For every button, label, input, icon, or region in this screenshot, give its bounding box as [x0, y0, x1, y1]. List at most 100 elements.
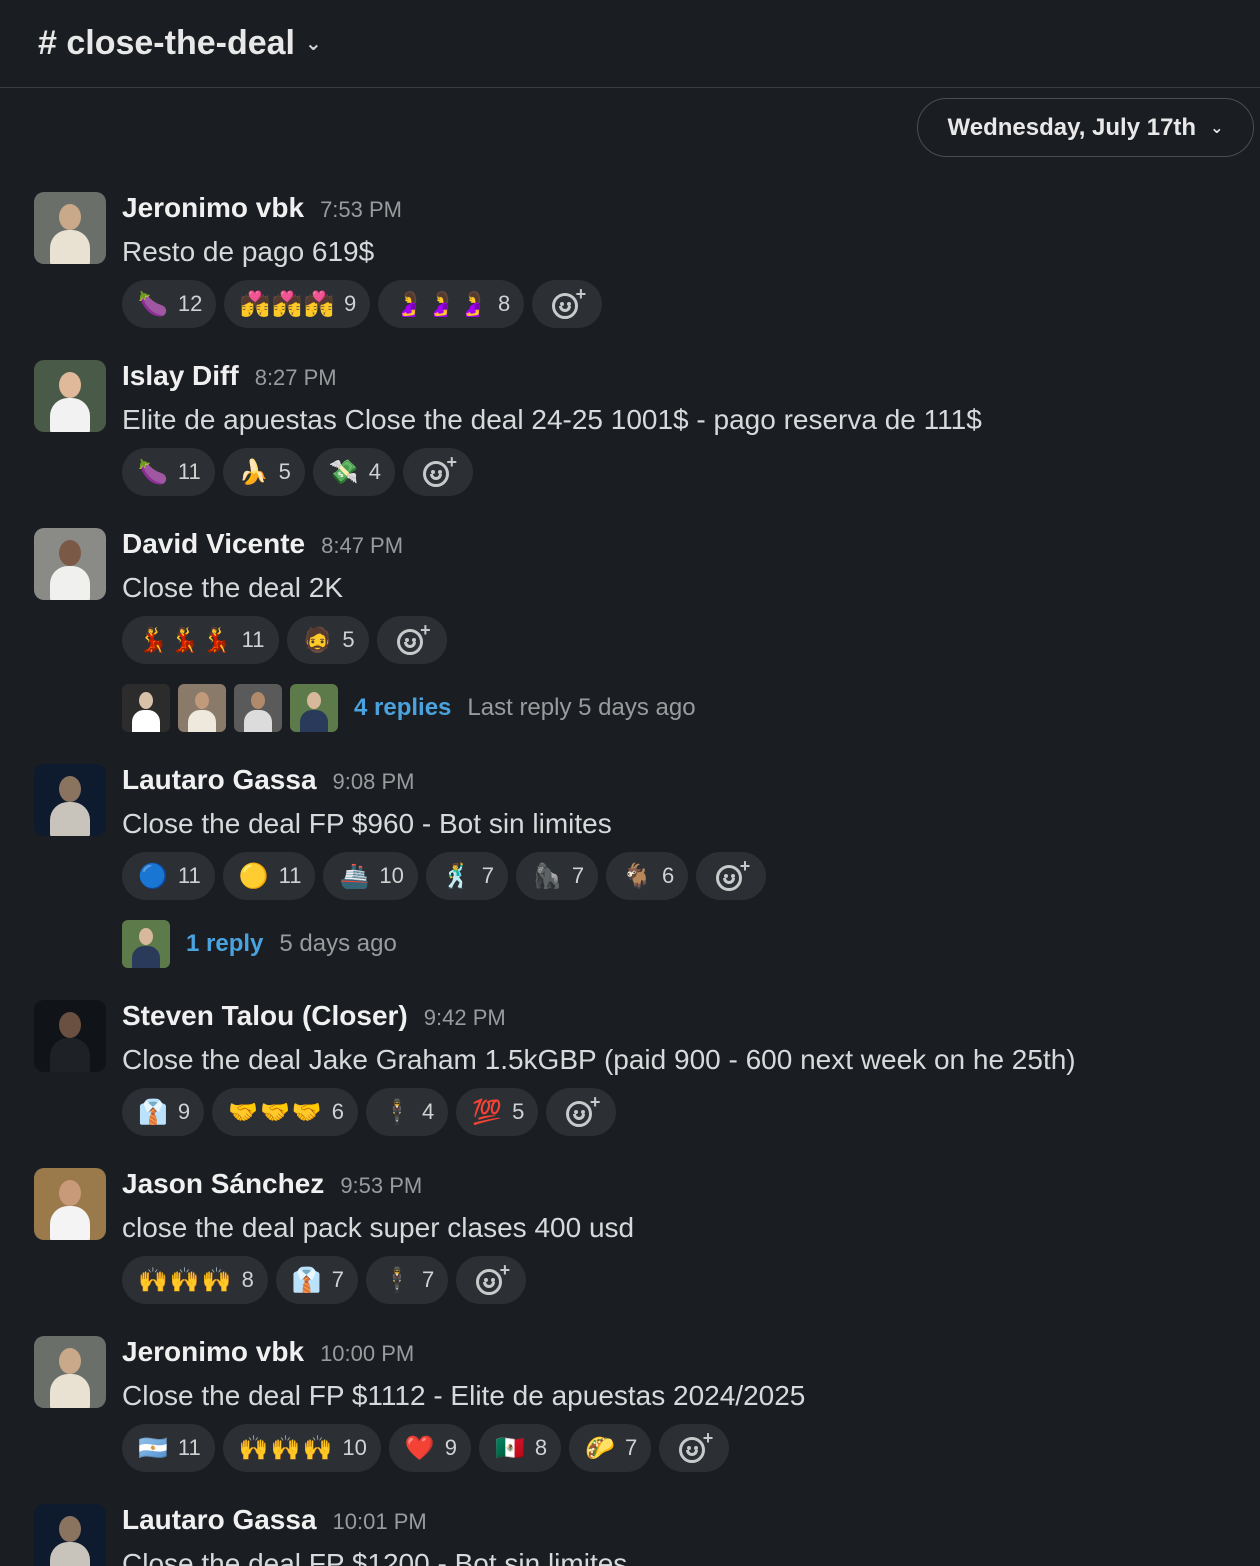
thread-avatar-figure	[132, 946, 160, 968]
reaction-pill[interactable]: 🔵 11	[122, 852, 215, 900]
thread-avatar-face	[195, 692, 209, 709]
thread-avatar	[122, 920, 170, 968]
reaction-count: 4	[421, 1099, 435, 1124]
reaction-pill[interactable]: 👔 9	[122, 1088, 205, 1136]
reaction-pill[interactable]: 🤰🤰🤰 8	[378, 280, 525, 328]
author-name[interactable]: David Vicente	[122, 528, 305, 560]
reaction-pill[interactable]: 🇲🇽 8	[479, 1424, 562, 1472]
thread-last-reply: 5 days ago	[279, 930, 397, 957]
add-reaction-button[interactable]: +	[659, 1424, 730, 1472]
author-name[interactable]: Lautaro Gassa	[122, 764, 317, 796]
reaction-pill[interactable]: 🕴 4	[366, 1088, 449, 1136]
author-name[interactable]: Lautaro Gassa	[122, 1504, 317, 1536]
reaction-pill[interactable]: 🌮 7	[569, 1424, 652, 1472]
author-name[interactable]: Islay Diff	[122, 360, 239, 392]
message-text: Resto de pago 619$	[122, 236, 375, 267]
thread-avatar-face	[139, 692, 153, 709]
thread-summary[interactable]: 1 reply 5 days ago	[122, 920, 397, 968]
thread-summary[interactable]: 4 replies Last reply 5 days ago	[122, 684, 696, 732]
timestamp[interactable]: 8:47 PM	[321, 533, 403, 559]
message-header: David Vicente 8:47 PM	[122, 528, 403, 562]
reaction-emoji: 🍆	[138, 290, 170, 318]
reaction-pill[interactable]: 🙌🙌🙌 10	[222, 1424, 381, 1472]
avatar[interactable]	[34, 1504, 106, 1566]
add-reaction-button[interactable]: +	[532, 280, 603, 328]
reaction-bar: 🍆 12 💏💏💏 9 🤰🤰🤰 8 +	[122, 280, 603, 328]
reaction-pill[interactable]: 👔 7	[275, 1256, 359, 1304]
timestamp[interactable]: 10:00 PM	[320, 1341, 414, 1367]
reaction-pill[interactable]: ❤️ 9	[388, 1424, 472, 1472]
timestamp[interactable]: 10:01 PM	[333, 1509, 427, 1535]
timestamp[interactable]: 9:53 PM	[340, 1173, 422, 1199]
thread-avatar-figure	[244, 710, 272, 732]
reaction-emoji: 👔	[138, 1098, 170, 1126]
reaction-count: 5	[512, 1099, 525, 1124]
add-reaction-button[interactable]: +	[696, 852, 767, 900]
thread-avatar-face	[307, 692, 321, 709]
reaction-pill[interactable]: 🕴 7	[366, 1256, 449, 1304]
avatar[interactable]	[34, 528, 106, 600]
reaction-emoji: 🙌🙌🙌	[238, 1434, 335, 1462]
reaction-pill[interactable]: 💸 4	[312, 448, 396, 496]
avatar[interactable]	[34, 1000, 106, 1072]
reaction-emoji: 💏💏💏	[240, 290, 337, 318]
reaction-count: 11	[177, 1435, 201, 1460]
avatar[interactable]	[34, 360, 106, 432]
timestamp[interactable]: 8:27 PM	[255, 365, 337, 391]
reaction-emoji: 🇦🇷	[138, 1434, 170, 1462]
thread-replies-link[interactable]: 4 replies	[354, 694, 451, 722]
reaction-count: 8	[241, 1267, 254, 1292]
reaction-pill[interactable]: 💯 5	[456, 1088, 539, 1136]
reaction-pill[interactable]: 💏💏💏 9	[224, 280, 371, 328]
author-name[interactable]: Jason Sánchez	[122, 1168, 324, 1200]
add-reaction-plus: +	[702, 1428, 714, 1448]
reaction-pill[interactable]: 🍌 5	[222, 448, 305, 496]
add-reaction-button[interactable]: +	[376, 616, 447, 664]
author-name[interactable]: Steven Talou (Closer)	[122, 1000, 408, 1032]
message-text: close the deal pack super clases 400 usd	[122, 1212, 635, 1243]
reaction-count: 8	[534, 1435, 548, 1460]
reaction-pill[interactable]: 🟡 11	[222, 852, 316, 900]
reaction-count: 7	[571, 863, 585, 888]
reaction-pill[interactable]: 🙌🙌🙌 8	[122, 1256, 268, 1304]
reaction-pill[interactable]: 💃💃💃 11	[122, 616, 279, 664]
avatar[interactable]	[34, 1336, 106, 1408]
date-divider-button[interactable]: Wednesday, July 17th ⌄	[917, 98, 1254, 157]
message-header: Jeronimo vbk 10:00 PM	[122, 1336, 414, 1370]
add-reaction-button[interactable]: +	[546, 1088, 617, 1136]
timestamp[interactable]: 9:42 PM	[424, 1005, 506, 1031]
reaction-pill[interactable]: 🤝🤝🤝 6	[212, 1088, 359, 1136]
avatar-figure	[50, 566, 90, 600]
reaction-pill[interactable]: 🇦🇷 11	[122, 1424, 215, 1472]
avatar[interactable]	[34, 764, 106, 836]
timestamp[interactable]: 7:53 PM	[320, 197, 402, 223]
reaction-count: 7	[421, 1267, 435, 1292]
avatar[interactable]	[34, 192, 106, 264]
author-name[interactable]: Jeronimo vbk	[122, 1336, 304, 1368]
add-reaction-button[interactable]: +	[456, 1256, 527, 1304]
reaction-pill[interactable]: 🍆 11	[122, 448, 215, 496]
channel-name-button[interactable]: # close-the-deal ⌄	[38, 24, 322, 63]
timestamp[interactable]: 9:08 PM	[333, 769, 415, 795]
reaction-emoji: 🔵	[138, 862, 170, 890]
avatar-face	[59, 204, 81, 230]
reaction-pill[interactable]: 🚢 10	[323, 852, 418, 900]
reaction-emoji: 🦍	[531, 862, 564, 890]
add-reaction-plus: +	[420, 620, 431, 640]
add-reaction-button[interactable]: +	[403, 448, 474, 496]
add-reaction-plus: +	[575, 284, 587, 304]
avatar[interactable]	[34, 1168, 106, 1240]
author-name[interactable]: Jeronimo vbk	[122, 192, 304, 224]
reaction-emoji: 🤝🤝🤝	[228, 1098, 324, 1126]
reaction-pill[interactable]: 🦍 7	[515, 852, 599, 900]
reaction-count: 9	[177, 1099, 191, 1124]
reaction-pill[interactable]: 🐐 6	[606, 852, 689, 900]
reaction-pill[interactable]: 🍆 12	[122, 280, 217, 328]
channel-header: # close-the-deal ⌄	[0, 0, 1260, 88]
reaction-emoji: 💃💃💃	[138, 626, 234, 654]
reaction-emoji: 🐐	[622, 862, 655, 890]
message-header: Lautaro Gassa 10:01 PM	[122, 1504, 427, 1538]
thread-replies-link[interactable]: 1 reply	[186, 930, 263, 958]
reaction-pill[interactable]: 🕺 7	[425, 852, 508, 900]
reaction-pill[interactable]: 🧔 5	[286, 616, 369, 664]
